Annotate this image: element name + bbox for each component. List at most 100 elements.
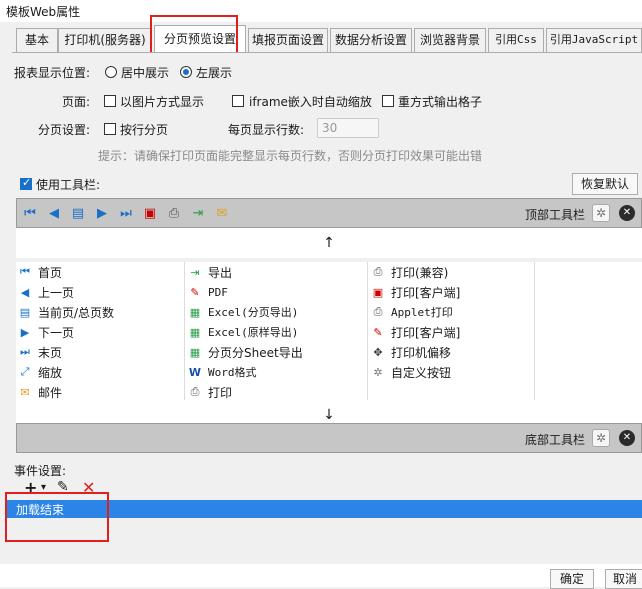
print-icon[interactable]: ⎙: [165, 204, 183, 222]
btn-print-client[interactable]: ✎ 打印[客户端]: [371, 322, 460, 342]
btn-label: 首页: [38, 265, 63, 280]
toolbar-button-grid: [16, 262, 642, 406]
top-toolbar-strip: ⏮ ◀ ▤ ▶ ⏭ ▣ ⎙ ⇥ ✉ 顶部工具栏 ✲ ✕: [16, 198, 642, 228]
tab-data-analysis[interactable]: 数据分析设置: [330, 28, 412, 52]
print-icon: ⎙: [373, 265, 383, 278]
event-item: 加载结束: [16, 503, 65, 517]
btn-label: 打印[客户端]: [391, 285, 461, 300]
top-toolbar-label: 顶部工具栏: [525, 208, 586, 222]
arrow-up-icon[interactable]: ↑: [323, 235, 335, 251]
excel-icon: ▦: [189, 325, 201, 339]
gear-icon: ✲: [373, 365, 383, 379]
zoom-icon: ⤢: [20, 365, 30, 378]
page-count-icon: ▤: [19, 305, 31, 319]
btn-printer-offset[interactable]: ✥ 打印机偏移: [371, 342, 451, 362]
last-page-icon[interactable]: ⏭: [117, 204, 135, 222]
btn-print-compat[interactable]: ⎙ 打印(兼容): [371, 262, 449, 282]
btn-print[interactable]: ⎙ 打印: [188, 382, 232, 402]
pdf-print-icon[interactable]: ▣: [141, 204, 159, 222]
email-icon[interactable]: ✉: [213, 204, 231, 222]
btn-next-page[interactable]: ▶ 下一页: [18, 322, 74, 342]
move-up-arrow-row[interactable]: ↑: [16, 228, 642, 258]
btn-excel-sheet[interactable]: ▦ 分页分Sheet导出: [188, 342, 303, 362]
iframe-scale-checkbox[interactable]: [232, 95, 244, 107]
btn-label: 当前页/总页数: [38, 305, 115, 320]
btn-pdf[interactable]: ✎ PDF: [188, 282, 227, 302]
tab-printer-server[interactable]: 打印机(服务器): [58, 28, 152, 52]
pdf-icon: ✎: [373, 325, 383, 339]
row-paging-checkbox[interactable]: [104, 123, 116, 135]
prev-page-icon: ◀: [20, 285, 30, 299]
btn-print-client-pdf[interactable]: ▣ 打印[客户端]: [371, 282, 461, 302]
page-label: 页面:: [62, 95, 91, 109]
radio-left[interactable]: [180, 66, 192, 78]
rows-per-page-input[interactable]: 30: [317, 118, 379, 138]
image-mode-label: 以图片方式显示: [120, 95, 205, 109]
edit-icon[interactable]: ✎: [57, 479, 69, 495]
btn-custom[interactable]: ✲ 自定义按钮: [371, 362, 451, 382]
btn-excel-original[interactable]: ▦ Excel(原样导出): [188, 322, 299, 342]
bottom-toolbar-remove-icon[interactable]: ✕: [619, 430, 635, 446]
btn-last-page[interactable]: ⏭ 末页: [18, 342, 62, 362]
excel-icon: ▦: [189, 345, 201, 359]
ok-button[interactable]: 确定: [550, 569, 594, 589]
event-list-selected-row[interactable]: 加载结束: [6, 500, 642, 518]
btn-excel-paged[interactable]: ▦ Excel(分页导出): [188, 302, 299, 322]
events-label: 事件设置:: [14, 464, 67, 478]
email-icon: ✉: [20, 385, 30, 399]
btn-label: 末页: [38, 345, 63, 360]
grid-divider-3: [534, 262, 535, 406]
cancel-button[interactable]: 取消: [605, 569, 642, 589]
btn-label: 打印(兼容): [391, 265, 449, 280]
tab-page-preview[interactable]: 分页预览设置: [154, 25, 246, 52]
btn-label: 上一页: [38, 285, 75, 300]
prev-page-icon[interactable]: ◀: [45, 204, 63, 222]
bottom-toolbar-settings-icon[interactable]: ✲: [592, 429, 610, 447]
radio-left-label: 左展示: [196, 66, 233, 80]
btn-prev-page[interactable]: ◀ 上一页: [18, 282, 74, 302]
rows-per-page-label: 每页显示行数:: [228, 123, 305, 137]
radio-center[interactable]: [105, 66, 117, 78]
image-mode-checkbox[interactable]: [104, 95, 116, 107]
btn-applet-print[interactable]: ⎙ Applet打印: [371, 302, 453, 322]
first-page-icon[interactable]: ⏮: [21, 204, 39, 222]
arrow-down-icon[interactable]: ↓: [323, 407, 335, 423]
grid-output-checkbox[interactable]: [382, 95, 394, 107]
btn-word[interactable]: W Word格式: [188, 362, 257, 382]
export-icon[interactable]: ⇥: [189, 204, 207, 222]
btn-label: 下一页: [38, 325, 75, 340]
btn-email[interactable]: ✉ 邮件: [18, 382, 62, 402]
delete-icon[interactable]: ✕: [82, 478, 95, 497]
grid-output-label: 重方式输出格子: [398, 95, 483, 109]
dropdown-icon[interactable]: ▾: [41, 482, 46, 493]
btn-zoom[interactable]: ⤢ 缩放: [18, 362, 62, 382]
btn-label: Excel(分页导出): [208, 306, 299, 319]
pdf-icon: ✎: [190, 285, 200, 299]
title-bar: 模板Web属性: [0, 0, 642, 22]
tab-ref-js[interactable]: 引用JavaScript: [546, 28, 642, 52]
btn-first-page[interactable]: ⏮ 首页: [18, 262, 62, 282]
report-position-label: 报表显示位置:: [14, 66, 91, 80]
restore-default-button[interactable]: 恢复默认: [572, 173, 638, 195]
bottom-toolbar-strip: 底部工具栏 ✲ ✕: [16, 423, 642, 453]
page-count-icon[interactable]: ▤: [69, 204, 87, 222]
btn-page-count[interactable]: ▤ 当前页/总页数: [18, 302, 114, 322]
move-icon: ✥: [373, 345, 383, 359]
top-toolbar-settings-icon[interactable]: ✲: [592, 204, 610, 222]
top-toolbar-remove-icon[interactable]: ✕: [619, 205, 635, 221]
tab-ref-css[interactable]: 引用Css: [488, 28, 544, 52]
btn-label: 缩放: [38, 365, 63, 380]
add-icon[interactable]: +: [24, 478, 37, 497]
next-page-icon[interactable]: ▶: [93, 204, 111, 222]
hint-text: 提示：请确保打印页面能完整显示每页行数，否则分页打印效果可能出错: [98, 149, 483, 163]
btn-label: Word格式: [208, 366, 257, 379]
btn-label: Excel(原样导出): [208, 326, 299, 339]
btn-label: 导出: [208, 265, 233, 280]
btn-export[interactable]: ⇥ 导出: [188, 262, 232, 282]
btn-label: 打印: [208, 385, 233, 400]
tab-browser-bg[interactable]: 浏览器背景: [414, 28, 486, 52]
excel-icon: ▦: [189, 305, 201, 319]
tab-basic[interactable]: 基本: [16, 28, 58, 52]
use-toolbar-checkbox[interactable]: [20, 176, 32, 190]
tab-fill-page[interactable]: 填报页面设置: [248, 28, 328, 52]
